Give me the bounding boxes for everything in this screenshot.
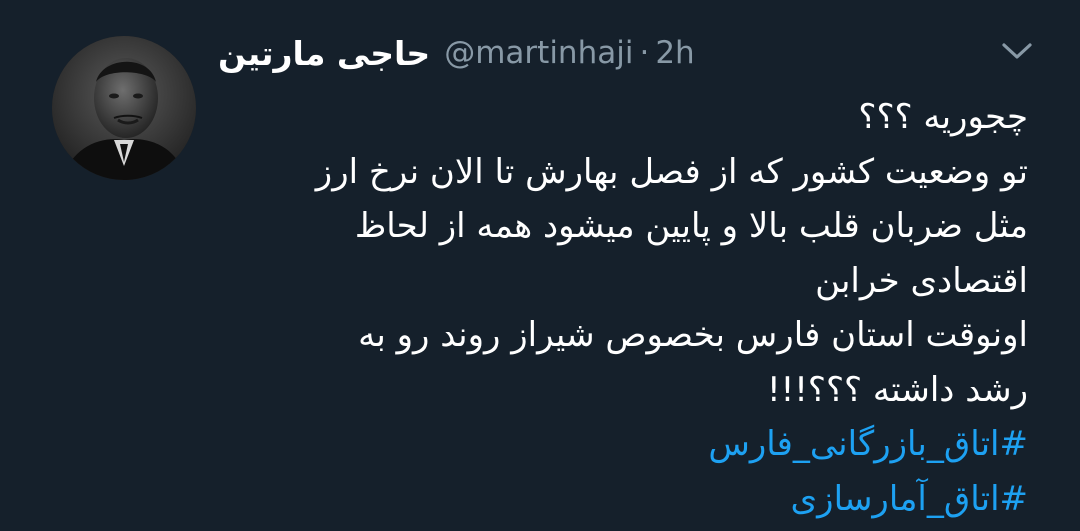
tweet-line: چجوریه ؟؟؟ [858,97,1028,137]
user-handle[interactable]: @martinhaji [444,35,633,71]
tweet: حاجی مارتین @martinhaji · 2h چجوریه ؟؟؟ … [0,0,1080,531]
timestamp[interactable]: 2h [655,35,694,71]
chevron-down-icon[interactable] [997,36,1037,66]
tweet-header: حاجی مارتین @martinhaji · 2h [218,30,695,76]
tweet-line: اونوقت استان فارس بخصوص شیراز روند رو به [358,315,1028,355]
avatar[interactable] [52,36,196,180]
tweet-line: رشد داشته ؟؟؟!!! [767,369,1028,410]
separator-dot: · [639,35,650,71]
hashtag-link[interactable]: #اتاق_آمارسازی [228,472,1028,527]
tweet-line: مثل ضربان قلب بالا و پایین میشود همه از … [354,206,1028,246]
display-name[interactable]: حاجی مارتین [218,34,430,73]
hashtag-link[interactable]: #اتاق_بازرگانی_فارس [228,417,1028,472]
tweet-line: تو وضعیت کشور که از فصل بهارش تا الان نر… [315,151,1028,192]
tweet-text: چجوریه ؟؟؟ تو وضعیت کشور که از فصل بهارش… [228,90,1028,526]
profile-photo-icon [52,36,196,180]
tweet-line: اقتصادی خرابن [815,260,1028,301]
